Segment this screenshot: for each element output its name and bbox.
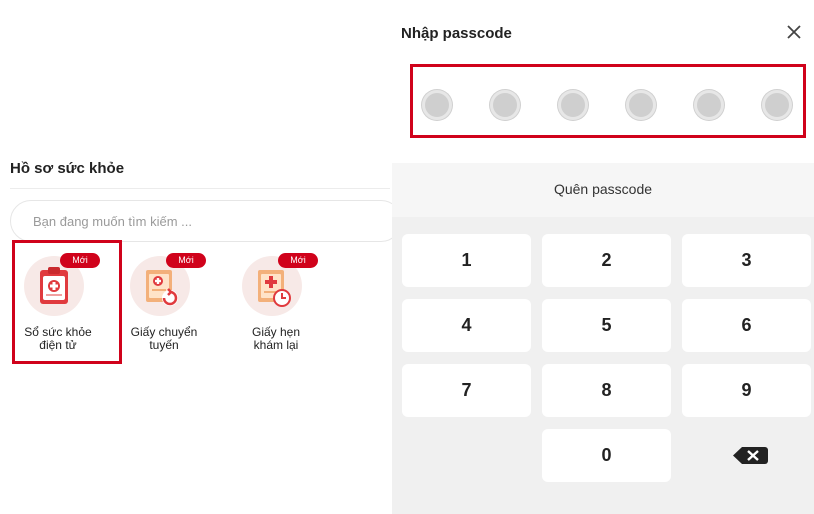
tile-label-line2: tuyến [149,338,179,352]
highlight-box [12,240,122,364]
key-5[interactable]: 5 [542,299,671,352]
tile-label: Giấy chuyển tuyến [112,326,216,352]
passcode-dot [694,90,724,120]
tile-appointment-paper[interactable]: Mới Giấy hẹn khám lại [224,242,328,360]
tile-label: Giấy hẹn khám lại [224,326,328,352]
health-records-panel: Hồ sơ sức khỏe Bạn đang muốn tìm kiếm ..… [0,0,402,514]
passcode-dot [626,90,656,120]
section-title: Hồ sơ sức khỏe [10,160,125,177]
key-6[interactable]: 6 [682,299,811,352]
key-3[interactable]: 3 [682,234,811,287]
key-9[interactable]: 9 [682,364,811,417]
passcode-panel: Nhập passcode Quên passcode 1 2 3 4 5 6 … [392,0,814,514]
key-8[interactable]: 8 [542,364,671,417]
backspace-icon [733,447,768,464]
passcode-dot [490,90,520,120]
tile-referral-letter[interactable]: Mới Giấy chuyển tuyến [112,242,216,360]
search-input[interactable]: Bạn đang muốn tìm kiếm ... [10,200,402,242]
new-badge: Mới [278,253,318,268]
search-placeholder: Bạn đang muốn tìm kiếm ... [33,214,192,229]
tile-label-line1: Giấy chuyển [130,325,198,339]
tile-label-line2: khám lại [253,338,299,352]
new-badge: Mới [166,253,206,268]
divider [10,188,390,189]
forgot-passcode-link[interactable]: Quên passcode [392,181,814,197]
close-icon[interactable] [784,22,804,42]
key-4[interactable]: 4 [402,299,531,352]
tile-label-line1: Giấy hẹn [251,325,301,339]
numeric-keypad: Quên passcode 1 2 3 4 5 6 7 8 9 0 [392,163,814,514]
key-2[interactable]: 2 [542,234,671,287]
key-1[interactable]: 1 [402,234,531,287]
passcode-dot [422,90,452,120]
backspace-button[interactable] [685,429,814,482]
key-0[interactable]: 0 [542,429,671,482]
referral-letter-icon [146,270,178,306]
page-title: Nhập passcode [401,25,512,42]
passcode-dot [558,90,588,120]
appointment-paper-icon [258,270,291,307]
key-7[interactable]: 7 [402,364,531,417]
passcode-dot [762,90,792,120]
passcode-dots [410,64,806,138]
